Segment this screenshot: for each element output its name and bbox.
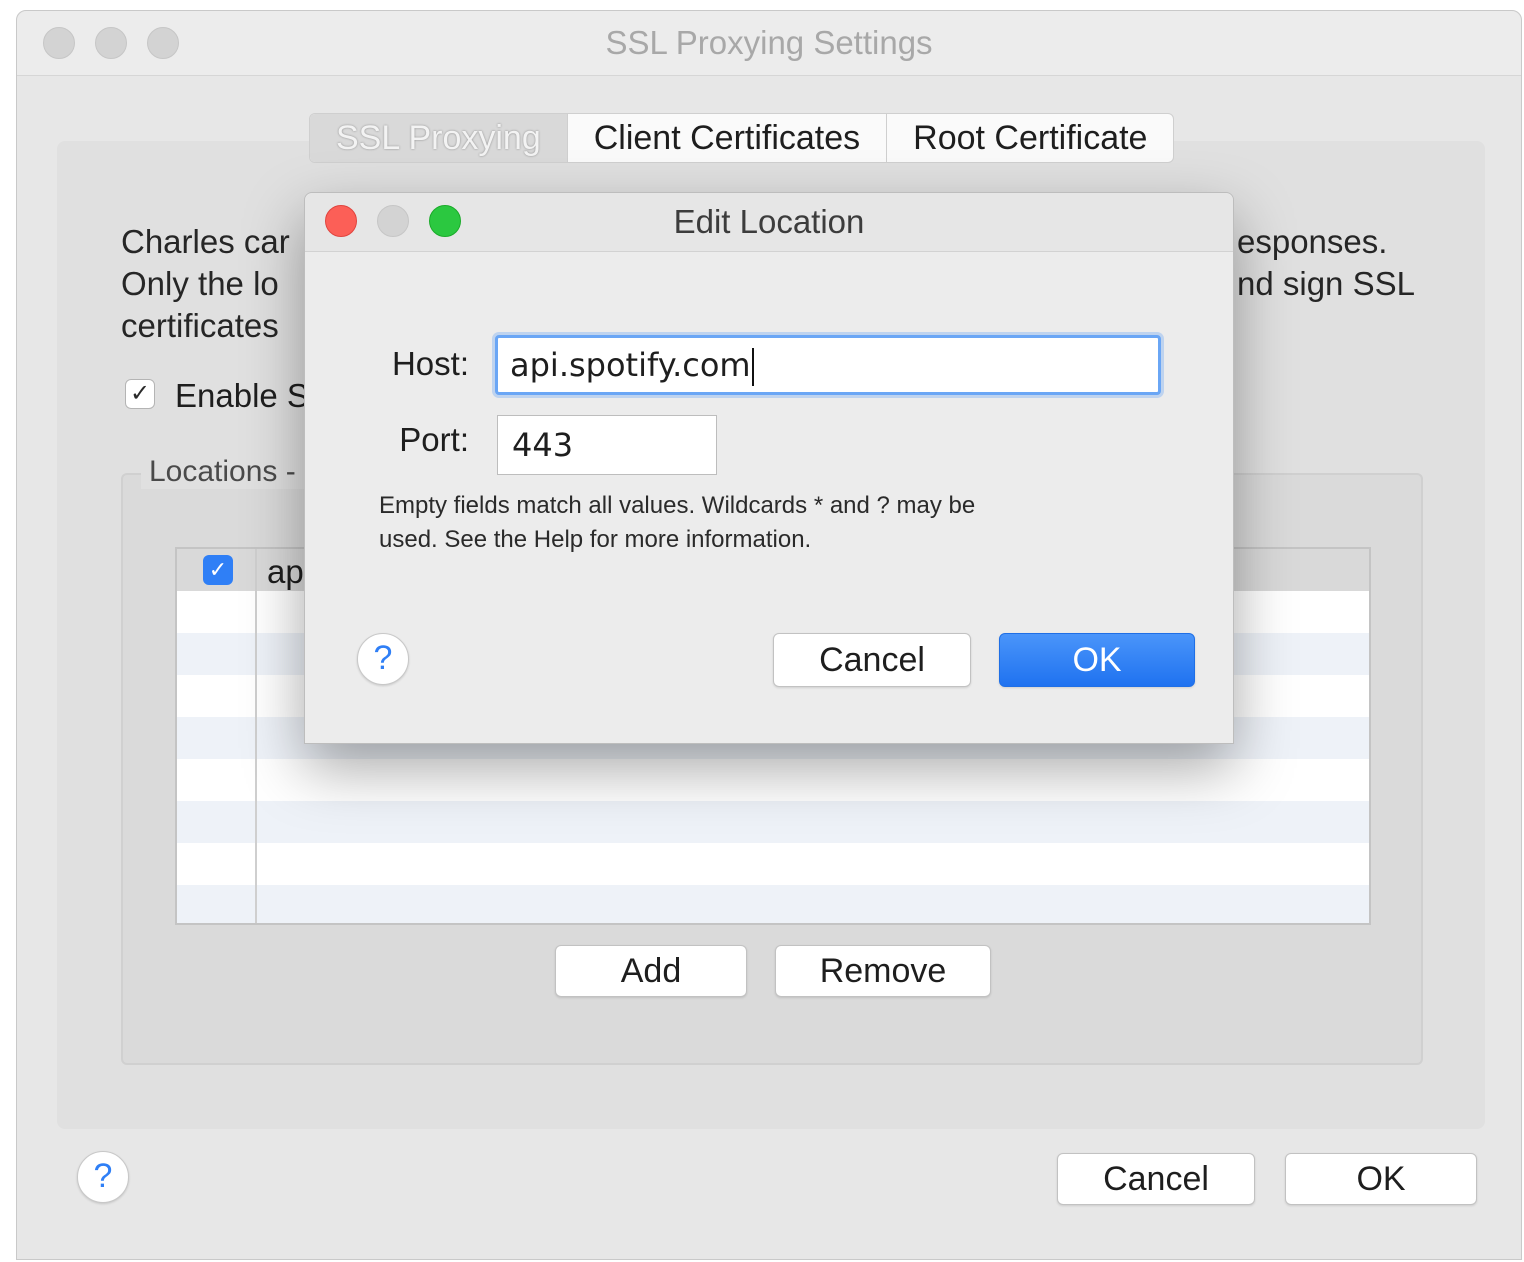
add-location-button[interactable]: Add — [555, 945, 747, 997]
help-button[interactable]: ? — [77, 1151, 129, 1203]
tab-root-certificate[interactable]: Root Certificate — [887, 114, 1173, 162]
table-row — [177, 885, 1369, 923]
hint-line: Empty fields match all values. Wildcards… — [379, 492, 976, 519]
host-input[interactable]: api.spotify.com — [495, 335, 1161, 395]
host-input-value: api.spotify.com — [510, 346, 751, 384]
location-enabled-checkbox[interactable]: ✓ — [203, 555, 233, 585]
column-divider — [255, 549, 257, 923]
cancel-button[interactable]: Cancel — [1057, 1153, 1255, 1205]
dialog-ok-button[interactable]: OK — [999, 633, 1195, 687]
window-title: SSL Proxying Settings — [605, 24, 933, 61]
description-text-right: esponses. nd sign SSL — [1237, 221, 1415, 305]
tab-bar: SSL Proxying Client Certificates Root Ce… — [309, 113, 1175, 163]
dialog-hint-text: Empty fields match all values. Wildcards… — [379, 489, 1139, 557]
tab-ssl-proxying[interactable]: SSL Proxying — [310, 114, 568, 162]
host-label: Host: — [391, 345, 469, 382]
tab-client-certificates[interactable]: Client Certificates — [568, 114, 888, 162]
ok-button[interactable]: OK — [1285, 1153, 1477, 1205]
main-titlebar: SSL Proxying Settings — [17, 11, 1521, 76]
location-text: ap — [267, 553, 304, 590]
description-line: esponses. — [1237, 223, 1388, 260]
enable-ssl-proxying-label: Enable S — [175, 377, 309, 414]
port-label: Port: — [399, 421, 469, 458]
table-row — [177, 843, 1369, 885]
enable-ssl-proxying-checkbox[interactable]: ✓ — [125, 379, 155, 409]
dialog-titlebar: Edit Location — [305, 193, 1233, 252]
description-line: Only the lo — [121, 265, 279, 302]
dialog-cancel-button[interactable]: Cancel — [773, 633, 971, 687]
dialog-title: Edit Location — [673, 203, 865, 240]
description-text-left: Charles car Only the lo certificates — [121, 221, 290, 347]
edit-location-dialog: Edit Location Host: api.spotify.com Port… — [304, 192, 1234, 744]
remove-location-button[interactable]: Remove — [775, 945, 991, 997]
description-line: certificates — [121, 307, 279, 344]
text-cursor — [751, 348, 754, 386]
description-line: Charles car — [121, 223, 290, 260]
hint-line: used. See the Help for more information. — [379, 526, 812, 553]
dialog-help-button[interactable]: ? — [357, 633, 409, 685]
table-row — [177, 759, 1369, 801]
port-input[interactable]: 443 — [497, 415, 717, 475]
locations-legend: Locations - — [141, 455, 304, 489]
description-line: nd sign SSL — [1237, 265, 1415, 302]
table-row — [177, 801, 1369, 843]
